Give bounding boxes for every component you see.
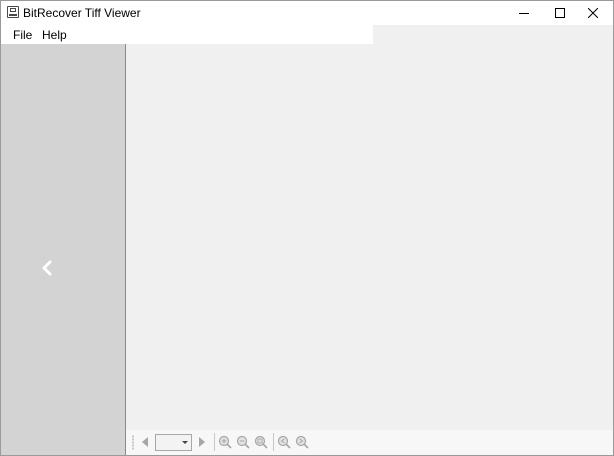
rotate-right-button[interactable] [294,434,310,450]
close-icon [588,8,598,18]
rotate-left-icon [277,435,291,449]
zoom-in-icon [218,435,232,449]
rotate-left-button[interactable] [276,434,292,450]
previous-page-button[interactable] [137,434,153,450]
toolbar-separator [273,433,274,451]
zoom-out-icon [236,435,250,449]
window-title: BitRecover Tiff Viewer [23,6,141,20]
menu-file[interactable]: File [11,28,34,42]
toolbar-separator [214,433,215,451]
app-window: BitRecover Tiff Viewer File Help [0,0,614,456]
zoom-fit-icon [254,435,268,449]
dropdown-caret-icon [182,441,188,444]
zoom-fit-button[interactable] [253,434,269,450]
chevron-left-icon [42,260,52,276]
minimize-icon [519,13,529,14]
toolbar-grip[interactable] [132,435,134,450]
menu-bar: File Help [1,25,373,44]
previous-page-icon [142,437,148,447]
collapse-sidebar-button[interactable] [39,259,55,277]
menu-help[interactable]: Help [40,28,69,42]
close-button[interactable] [573,1,613,25]
zoom-out-button[interactable] [235,434,251,450]
zoom-in-button[interactable] [217,434,233,450]
next-page-button[interactable] [194,434,210,450]
menu-bar-filler [373,25,613,44]
save-disk-icon [7,6,19,18]
title-bar[interactable]: BitRecover Tiff Viewer [1,1,613,25]
next-page-icon [199,437,205,447]
image-viewer-area[interactable] [126,44,613,430]
rotate-right-icon [295,435,309,449]
maximize-icon [555,8,565,18]
thumbnail-sidebar [1,44,126,455]
page-number-select[interactable] [155,434,192,451]
navigation-toolbar [126,430,613,455]
